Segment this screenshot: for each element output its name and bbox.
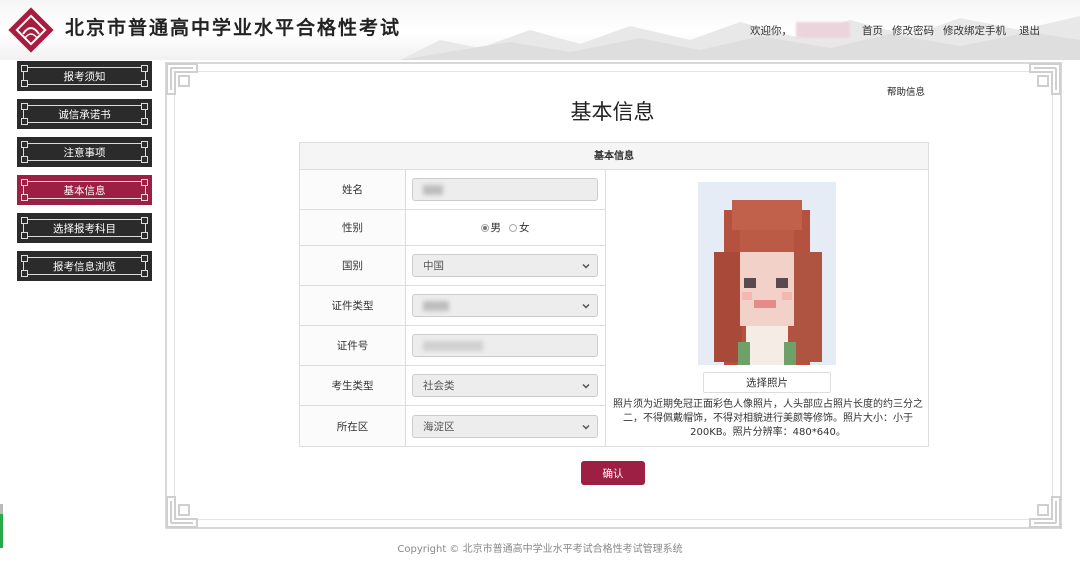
gender-radio-group: 男 女 [412, 220, 598, 235]
username-redacted [796, 22, 850, 38]
corner-knot-icon [166, 496, 198, 528]
site-title: 北京市普通高中学业水平合格性考试 [65, 17, 402, 39]
candidate-photo [698, 182, 836, 365]
candidate-type-select[interactable]: 社会类 [412, 374, 598, 397]
country-label: 国别 [300, 246, 406, 285]
top-nav: 欢迎你， 首页 修改密码 修改绑定手机 退出 [750, 22, 1040, 38]
sidebar-item-browse-registration[interactable]: 报考信息浏览 [17, 251, 152, 281]
copyright-text: Copyright © 北京市普通高中学业水平考试合格性考试管理系统 [397, 544, 683, 555]
page-title: 基本信息 [570, 100, 655, 124]
sidebar-item-label: 报考须知 [63, 70, 106, 83]
table-row: 所在区 海淀区 [300, 406, 605, 446]
id-number-label: 证件号 [300, 326, 406, 365]
id-type-redacted [423, 300, 449, 311]
name-field[interactable] [412, 178, 598, 201]
sidebar-item-basic-info[interactable]: 基本信息 [17, 175, 152, 205]
name-label: 姓名 [300, 170, 406, 209]
name-redacted [423, 184, 443, 195]
pixelated-portrait-image [698, 182, 836, 365]
header: 北京市普通高中学业水平合格性考试 欢迎你， 首页 修改密码 修改绑定手机 退出 [0, 0, 1080, 60]
logo-icon [8, 7, 54, 53]
table-row: 国别 中国 [300, 246, 605, 286]
chevron-down-icon [582, 303, 590, 309]
sidebar-item-label: 基本信息 [63, 184, 106, 197]
photo-panel: 选择照片 照片须为近期免冠正面彩色人像照片，人头部应占照片长度的约三分之二，不得… [605, 170, 928, 446]
table-row: 考生类型 社会类 [300, 366, 605, 406]
nav-change-phone-link[interactable]: 修改绑定手机 [943, 23, 1006, 38]
corner-knot-icon [1029, 496, 1061, 528]
table-row: 证件号 [300, 326, 605, 366]
table-title: 基本信息 [300, 143, 928, 170]
sidebar-item-select-subjects[interactable]: 选择报考科目 [17, 213, 152, 243]
nav-logout-link[interactable]: 退出 [1019, 23, 1040, 38]
id-number-field[interactable] [412, 334, 598, 357]
sidebar-item-label: 报考信息浏览 [53, 260, 116, 273]
nav-change-password-link[interactable]: 修改密码 [892, 23, 934, 38]
nav-home-link[interactable]: 首页 [862, 23, 883, 38]
table-row: 性别 男 女 [300, 210, 605, 246]
country-select[interactable]: 中国 [412, 254, 598, 277]
chevron-down-icon [582, 383, 590, 389]
table-row: 姓名 [300, 170, 605, 210]
choose-photo-button[interactable]: 选择照片 [703, 372, 831, 393]
radio-checked-icon [480, 223, 489, 232]
district-select[interactable]: 海淀区 [412, 414, 598, 438]
gender-male-radio[interactable]: 男 [480, 220, 501, 235]
district-label: 所在区 [300, 406, 406, 446]
gender-female-radio[interactable]: 女 [509, 220, 530, 235]
sidebar-item-label: 诚信承诺书 [58, 108, 111, 121]
sidebar-item-label: 选择报考科目 [53, 222, 116, 235]
photo-requirements-note: 照片须为近期免冠正面彩色人像照片，人头部应占照片长度的约三分之二，不得佩戴帽饰，… [613, 399, 923, 438]
table-row: 证件类型 [300, 286, 605, 326]
id-type-select[interactable] [412, 294, 598, 317]
basic-info-table: 基本信息 姓名 性别 男 女 国别 中国 证件类型 证件号 考生类型 社会类 所… [299, 142, 929, 447]
gender-label: 性别 [300, 210, 406, 245]
corner-knot-icon [166, 63, 198, 95]
corner-knot-icon [1029, 63, 1061, 95]
confirm-button[interactable]: 确认 [581, 461, 645, 485]
id-type-label: 证件类型 [300, 286, 406, 325]
sidebar-item-exam-notice[interactable]: 报考须知 [17, 61, 152, 91]
sidebar-item-label: 注意事项 [63, 146, 106, 159]
side-float-tab-top [0, 504, 3, 514]
chevron-down-icon [582, 424, 590, 430]
welcome-text: 欢迎你， [750, 24, 792, 37]
candidate-type-label: 考生类型 [300, 366, 406, 405]
chevron-down-icon [582, 263, 590, 269]
id-number-redacted [423, 340, 483, 351]
sidebar-item-precautions[interactable]: 注意事项 [17, 137, 152, 167]
radio-unchecked-icon [509, 223, 517, 232]
